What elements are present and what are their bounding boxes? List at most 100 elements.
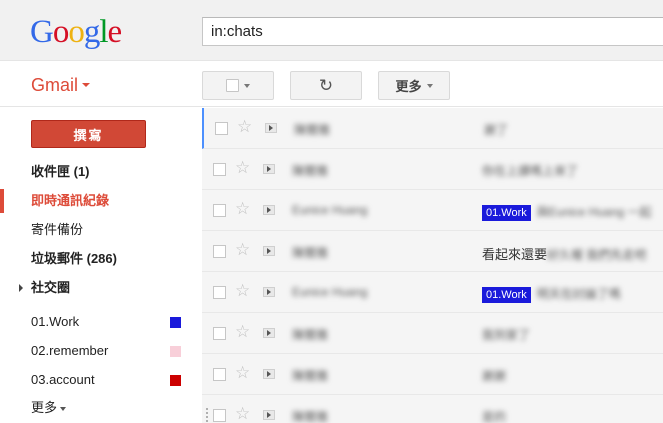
message-row[interactable]: ☆ 陳爾雅 謝了 <box>202 108 663 149</box>
subject-text: 謝了 <box>484 123 509 137</box>
message-subject: 01.Work 與Eunice Huang 一起 <box>482 203 663 221</box>
logo-letter: G <box>30 14 54 50</box>
sidebar-item-label: 更多 <box>31 400 58 415</box>
message-row[interactable]: ☆ 陳爾雅 看起來還要好久喔 我們先走吧 <box>202 231 663 272</box>
sidebar-item-label: 寄件備份 <box>31 222 84 237</box>
message-sender: 陳爾雅 <box>292 246 329 260</box>
importance-marker-icon[interactable] <box>263 246 275 256</box>
subject-text: 是的 <box>482 410 507 423</box>
sidebar-item-chats[interactable]: 即時通訊紀錄 <box>0 189 200 213</box>
star-icon[interactable]: ☆ <box>235 159 250 176</box>
row-checkbox[interactable] <box>213 204 226 217</box>
importance-marker-icon[interactable] <box>263 328 275 338</box>
star-icon[interactable]: ☆ <box>235 200 250 217</box>
importance-marker-icon[interactable] <box>263 287 275 297</box>
message-subject: 看起來還要好久喔 我們先走吧 <box>482 244 663 263</box>
compose-button[interactable]: 撰寫 <box>31 120 146 148</box>
refresh-icon: ↻ <box>318 76 334 95</box>
star-icon[interactable]: ☆ <box>235 405 250 422</box>
message-subject: 是的 <box>482 408 663 423</box>
sidebar-item-label: 垃圾郵件 (286) <box>31 251 117 266</box>
sidebar-item-label: 02.remember <box>31 343 109 358</box>
sidebar-item-label: 03.account <box>31 372 95 387</box>
message-row[interactable]: ☆ 陳爾雅 是的 <box>202 395 663 423</box>
importance-marker-icon[interactable] <box>263 369 275 379</box>
select-button[interactable] <box>202 71 274 100</box>
sidebar-item-more[interactable]: 更多 <box>0 396 200 420</box>
row-checkbox[interactable] <box>213 409 226 422</box>
logo-letter: o <box>52 14 69 50</box>
chevron-down-icon <box>82 82 91 87</box>
label-color-swatch[interactable] <box>170 375 181 386</box>
row-checkbox[interactable] <box>213 245 226 258</box>
star-icon[interactable]: ☆ <box>235 282 250 299</box>
subject-text: 你在上課嗎上來了 <box>482 164 579 178</box>
top-bar: Google <box>0 0 663 61</box>
sidebar-item-label: 即時通訊紀錄 <box>31 193 110 208</box>
logo-letter: o <box>68 14 84 50</box>
label-color-swatch[interactable] <box>170 317 181 328</box>
more-button-label: 更多 <box>395 79 422 94</box>
refresh-button[interactable]: ↻ <box>290 71 362 100</box>
star-icon[interactable]: ☆ <box>235 241 250 258</box>
google-logo[interactable]: Google <box>30 14 123 51</box>
message-row[interactable]: ☆ 陳爾雅 你在上課嗎上來了 <box>202 149 663 190</box>
toolbar-bar: Gmail ↻ 更多 <box>0 62 663 107</box>
row-checkbox[interactable] <box>215 122 228 135</box>
sidebar-item-label: 社交圈 <box>31 280 71 295</box>
row-checkbox[interactable] <box>213 163 226 176</box>
message-subject: 我到家了 <box>482 326 663 343</box>
label-tag[interactable]: 01.Work <box>482 204 531 221</box>
subject-text: 明天在討論了嗎 <box>536 287 621 301</box>
message-sender: 陳爾雅 <box>294 123 331 137</box>
drag-handle-icon[interactable] <box>205 407 209 423</box>
message-sender: 陳爾雅 <box>292 164 329 178</box>
expand-arrow-icon[interactable] <box>19 284 23 292</box>
logo-letter: e <box>107 14 123 50</box>
chevron-down-icon <box>244 83 250 88</box>
star-icon[interactable]: ☆ <box>235 364 250 381</box>
subject-text: 謝謝 <box>482 369 507 383</box>
message-row[interactable]: ☆ 陳爾雅 謝謝 <box>202 354 663 395</box>
subject-snippet: 好久喔 我們先走吧 <box>547 248 647 262</box>
star-icon[interactable]: ☆ <box>235 323 250 340</box>
subject-text: 我到家了 <box>482 328 531 342</box>
row-checkbox[interactable] <box>213 286 226 299</box>
message-row[interactable]: ☆ Eunice Huang 01.Work 明天在討論了嗎 <box>202 272 663 313</box>
gmail-menu[interactable]: Gmail <box>31 75 91 96</box>
sidebar-item-label-work[interactable]: 01.Work <box>0 310 200 334</box>
logo-letter: l <box>99 14 108 50</box>
sidebar-item-spam[interactable]: 垃圾郵件 (286) <box>0 247 200 271</box>
sidebar-item-label-remember[interactable]: 02.remember <box>0 339 200 363</box>
sidebar-item-label-account[interactable]: 03.account <box>0 368 200 392</box>
message-row[interactable]: ☆ Eunice Huang 01.Work 與Eunice Huang 一起 <box>202 190 663 231</box>
search-input[interactable] <box>203 18 663 45</box>
label-tag[interactable]: 01.Work <box>482 286 531 303</box>
row-checkbox[interactable] <box>213 327 226 340</box>
search-box[interactable] <box>202 17 663 46</box>
sidebar-item-inbox[interactable]: 收件匣 (1) <box>0 160 200 184</box>
message-subject: 謝了 <box>484 121 663 138</box>
label-color-swatch[interactable] <box>170 346 181 357</box>
importance-marker-icon[interactable] <box>263 410 275 420</box>
gmail-label: Gmail <box>31 75 79 95</box>
message-row[interactable]: ☆ 陳爾雅 我到家了 <box>202 313 663 354</box>
sidebar: 撰寫 收件匣 (1) 即時通訊紀錄 寄件備份 垃圾郵件 (286) 社交圈 01… <box>0 108 200 423</box>
sidebar-item-sent[interactable]: 寄件備份 <box>0 218 200 242</box>
importance-marker-icon[interactable] <box>263 205 275 215</box>
message-subject: 謝謝 <box>482 367 663 384</box>
message-subject: 01.Work 明天在討論了嗎 <box>482 285 663 303</box>
message-list: ☆ 陳爾雅 謝了 ☆ 陳爾雅 你在上課嗎上來了 ☆ Eunice Huang 0… <box>202 108 663 423</box>
importance-marker-icon[interactable] <box>263 164 275 174</box>
more-button[interactable]: 更多 <box>378 71 450 100</box>
message-subject: 你在上課嗎上來了 <box>482 162 663 179</box>
importance-marker-icon[interactable] <box>265 123 277 133</box>
message-sender: Eunice Huang <box>292 203 368 217</box>
message-sender: 陳爾雅 <box>292 328 329 342</box>
sidebar-item-circles[interactable]: 社交圈 <box>0 276 200 300</box>
star-icon[interactable]: ☆ <box>237 118 252 135</box>
message-sender: Eunice Huang <box>292 285 368 299</box>
subject-text: 看起來還要 <box>482 247 548 262</box>
message-sender: 陳爾雅 <box>292 410 329 423</box>
row-checkbox[interactable] <box>213 368 226 381</box>
